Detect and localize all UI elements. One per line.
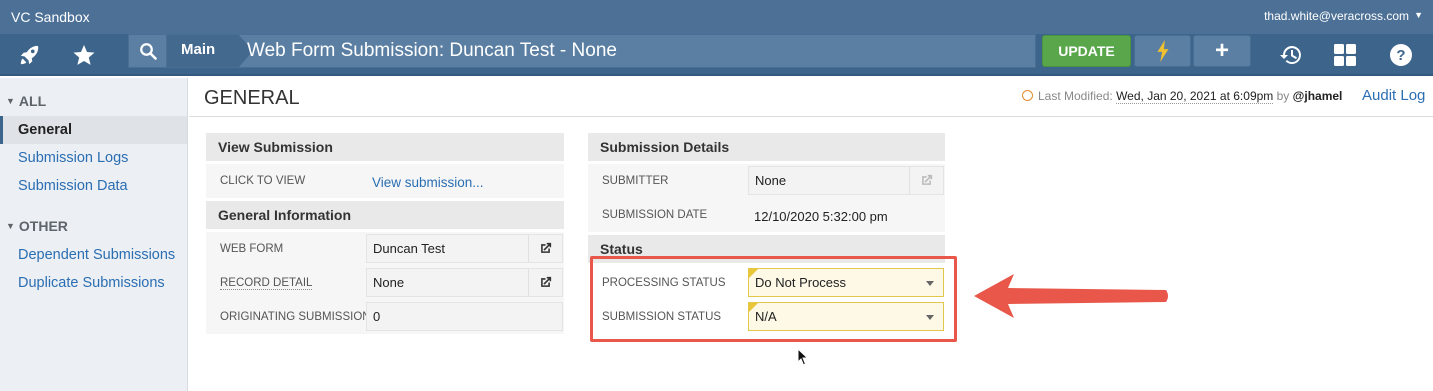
general-information-header: General Information bbox=[206, 201, 564, 229]
page-title-crumb: Web Form Submission: Duncan Test - None bbox=[247, 40, 617, 61]
svg-text:?: ? bbox=[1396, 47, 1405, 64]
sidebar-section-all[interactable]: ▼ ALL bbox=[6, 93, 46, 109]
submitter-row: SUBMITTER None bbox=[588, 164, 945, 198]
content-header: GENERAL Last Modified: Wed, Jan 20, 2021… bbox=[189, 78, 1433, 117]
annotation-arrow-icon bbox=[974, 274, 1168, 318]
rocket-icon[interactable] bbox=[10, 34, 50, 76]
last-modified-user: @jhamel bbox=[1292, 89, 1343, 103]
click-to-view-row: CLICK TO VIEW View submission... bbox=[206, 164, 564, 198]
breadcrumb-main[interactable]: Main bbox=[167, 35, 253, 67]
field-label: SUBMITTER bbox=[602, 175, 669, 187]
last-modified-date: Wed, Jan 20, 2021 at 6:09pm bbox=[1116, 89, 1274, 104]
history-icon[interactable] bbox=[1271, 34, 1311, 76]
originating-submission-row: ORIGINATING SUBMISSION 0 bbox=[206, 300, 564, 334]
field-label: RECORD DETAIL bbox=[220, 277, 313, 290]
page-title: GENERAL bbox=[204, 87, 300, 109]
top-bar: VC Sandbox thad.white@veracross.com ▼ bbox=[0, 0, 1433, 34]
app-name: VC Sandbox bbox=[11, 9, 90, 25]
collapse-triangle-icon: ▼ bbox=[6, 221, 15, 231]
field-label: SUBMISSION DATE bbox=[602, 209, 708, 221]
user-menu[interactable]: thad.white@veracross.com bbox=[1264, 9, 1409, 23]
external-link-icon bbox=[909, 167, 943, 194]
originating-submission-field[interactable]: 0 bbox=[366, 302, 563, 331]
status-highlight-box bbox=[590, 256, 957, 342]
star-icon[interactable] bbox=[64, 34, 104, 76]
submission-details-header: Submission Details bbox=[588, 133, 945, 161]
field-label: ORIGINATING SUBMISSION bbox=[220, 311, 371, 323]
sidebar-item-duplicate-submissions[interactable]: Duplicate Submissions bbox=[0, 269, 187, 297]
quick-actions-button[interactable] bbox=[1134, 35, 1191, 67]
sidebar-section-other[interactable]: ▼ OTHER bbox=[6, 218, 68, 234]
sidebar-item-general[interactable]: General bbox=[0, 116, 187, 144]
submission-date-row: SUBMISSION DATE 12/10/2020 5:32:00 pm bbox=[588, 198, 945, 232]
external-link-icon[interactable] bbox=[528, 235, 562, 262]
breadcrumb: Main Web Form Submission: Duncan Test - … bbox=[128, 34, 1036, 68]
external-link-icon[interactable] bbox=[528, 269, 562, 296]
record-detail-field[interactable]: None bbox=[366, 268, 563, 297]
user-menu-caret-icon[interactable]: ▼ bbox=[1414, 10, 1423, 20]
help-icon[interactable]: ? bbox=[1381, 34, 1421, 76]
sidebar-item-submission-logs[interactable]: Submission Logs bbox=[0, 144, 187, 172]
sidebar: ▼ ALL General Submission Logs Submission … bbox=[0, 78, 188, 391]
view-submission-header: View Submission bbox=[206, 133, 564, 161]
web-form-row: WEB FORM Duncan Test bbox=[206, 232, 564, 266]
field-label: CLICK TO VIEW bbox=[220, 175, 306, 187]
mouse-cursor-icon bbox=[797, 348, 809, 366]
last-modified: Last Modified: Wed, Jan 20, 2021 at 6:09… bbox=[1022, 89, 1343, 104]
navbar: Main Web Form Submission: Duncan Test - … bbox=[0, 34, 1433, 76]
submission-date-value: 12/10/2020 5:32:00 pm bbox=[754, 209, 888, 224]
field-label: WEB FORM bbox=[220, 243, 284, 255]
collapse-triangle-icon: ▼ bbox=[6, 96, 15, 106]
record-detail-row: RECORD DETAIL None bbox=[206, 266, 564, 300]
dashboard-grid-icon[interactable] bbox=[1325, 34, 1365, 76]
web-form-field[interactable]: Duncan Test bbox=[366, 234, 563, 263]
clock-icon bbox=[1022, 90, 1033, 101]
sidebar-item-submission-data[interactable]: Submission Data bbox=[0, 172, 187, 200]
update-button[interactable]: UPDATE bbox=[1042, 35, 1131, 67]
search-icon[interactable] bbox=[129, 35, 167, 67]
add-button[interactable]: + bbox=[1193, 35, 1251, 67]
submitter-field[interactable]: None bbox=[748, 166, 944, 195]
view-submission-link[interactable]: View submission... bbox=[372, 175, 484, 190]
sidebar-item-dependent-submissions[interactable]: Dependent Submissions bbox=[0, 241, 187, 269]
lightning-bolt-icon bbox=[1157, 40, 1168, 62]
audit-log-link[interactable]: Audit Log bbox=[1362, 87, 1425, 104]
